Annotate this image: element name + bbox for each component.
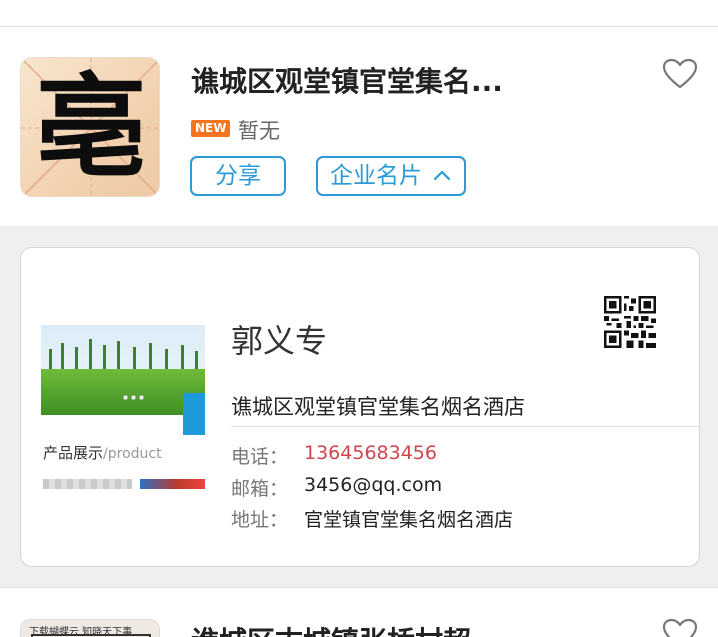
business-card-label: 企业名片 xyxy=(330,163,422,189)
heart-icon[interactable] xyxy=(662,618,698,637)
address-row: 地址： 官堂镇官堂集名烟名酒店 xyxy=(231,505,513,532)
email-row: 邮箱： 3456@qq.com xyxy=(231,474,442,501)
email-value: 3456@qq.com xyxy=(304,474,443,496)
phone-label: 电话： xyxy=(231,446,289,468)
banner-side-tab xyxy=(183,393,205,435)
top-divider-area xyxy=(0,0,718,27)
phone-number-link[interactable]: 13645683456 xyxy=(304,442,437,464)
thumbnail-character: 亳 xyxy=(35,62,147,193)
product-caption-en: /product xyxy=(103,446,162,462)
company-listing[interactable]: 亳 谯城区观堂镇官堂集名... NEW 暂无 分享 企业名片 xyxy=(0,28,718,226)
company-banner-image[interactable]: 产品展示/product xyxy=(41,325,205,489)
address-label: 地址： xyxy=(231,509,289,531)
email-label: 邮箱： xyxy=(231,478,289,500)
banner-grass xyxy=(41,369,205,415)
qr-code-icon[interactable] xyxy=(604,296,656,348)
listing-status: 暂无 xyxy=(238,119,280,143)
company-thumbnail-2[interactable]: 下载蝴蝶云 知晓天下事 xyxy=(20,619,160,637)
chevron-up-icon xyxy=(433,170,451,181)
heart-icon[interactable] xyxy=(662,58,698,90)
product-caption: 产品展示/product xyxy=(43,442,162,463)
new-badge: NEW xyxy=(191,120,231,137)
product-caption-cn: 产品展示 xyxy=(43,444,104,462)
phone-row: 电话： 13645683456 xyxy=(231,442,437,469)
product-thumb-1[interactable] xyxy=(43,479,132,489)
address-value: 官堂镇官堂集名烟名酒店 xyxy=(304,509,514,531)
carousel-dots[interactable] xyxy=(123,395,144,400)
product-thumb-2[interactable] xyxy=(140,479,205,489)
listing-title-2[interactable]: 谯城区古城镇张桥村超 xyxy=(191,620,631,637)
contact-name: 郭义专 xyxy=(231,322,328,360)
company-name: 谯城区观堂镇官堂集名烟名酒店 xyxy=(231,395,525,419)
business-card: 产品展示/product 郭义专 谯城区观堂镇官堂集名烟名酒店 电话： 1364… xyxy=(20,247,700,567)
company-listing-2[interactable]: 下载蝴蝶云 知晓天下事 谯城区古城镇张桥村超 xyxy=(0,587,718,637)
business-card-toggle-button[interactable]: 企业名片 xyxy=(316,156,466,196)
share-button[interactable]: 分享 xyxy=(190,156,286,196)
listing-title[interactable]: 谯城区观堂镇官堂集名... xyxy=(191,60,631,100)
company-thumbnail[interactable]: 亳 xyxy=(20,57,160,197)
card-divider xyxy=(231,426,699,427)
